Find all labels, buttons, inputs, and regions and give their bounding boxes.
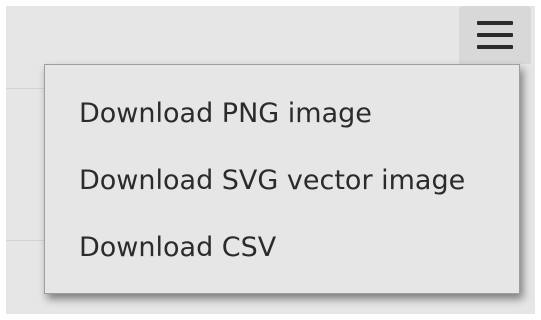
- download-png-menu-item[interactable]: Download PNG image: [79, 100, 372, 127]
- download-csv-menu-item[interactable]: Download CSV: [79, 234, 276, 261]
- download-svg-menu-item[interactable]: Download SVG vector image: [79, 167, 465, 194]
- grid-line: [6, 240, 46, 241]
- export-menu-button[interactable]: [459, 6, 531, 64]
- grid-line: [6, 88, 46, 89]
- hamburger-menu-icon: [477, 21, 513, 49]
- export-context-menu: Download PNG image Download SVG vector i…: [44, 64, 520, 294]
